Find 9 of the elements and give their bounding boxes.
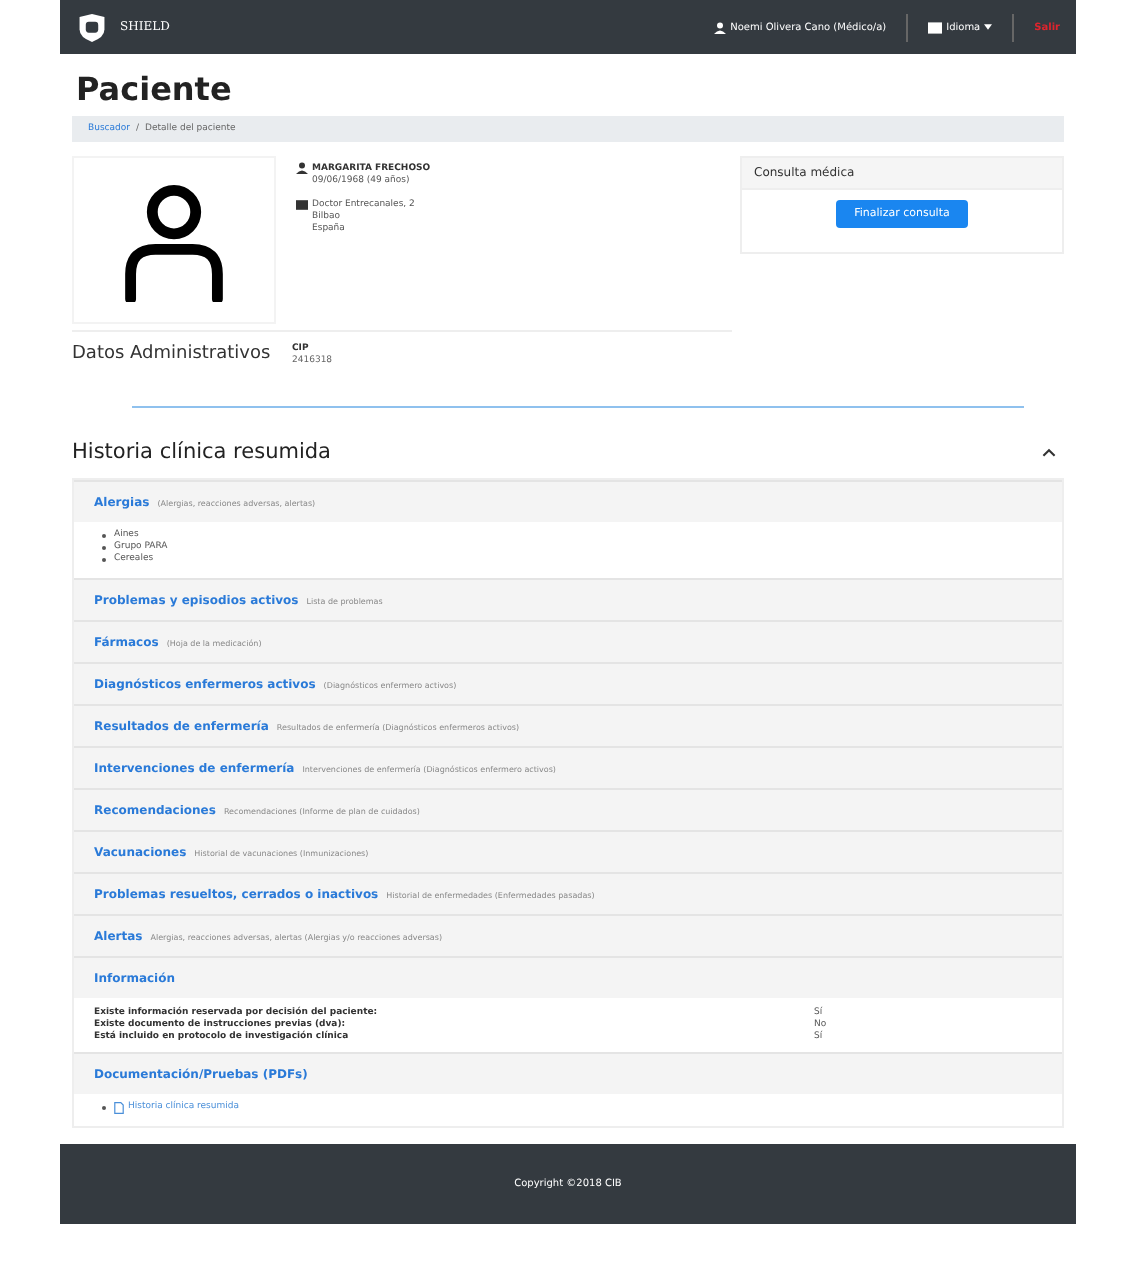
user-icon: [296, 162, 308, 174]
section-heading: Historia clínica resumida: [72, 440, 331, 464]
document-icon: [114, 1102, 124, 1114]
shield-icon: [76, 13, 108, 41]
caret-icon: [984, 24, 993, 30]
user-icon: [714, 21, 727, 33]
page-title: Paciente: [74, 68, 234, 112]
section-heading: Datos Administrativos: [72, 344, 272, 366]
chevron-icon[interactable]: [1042, 447, 1056, 457]
